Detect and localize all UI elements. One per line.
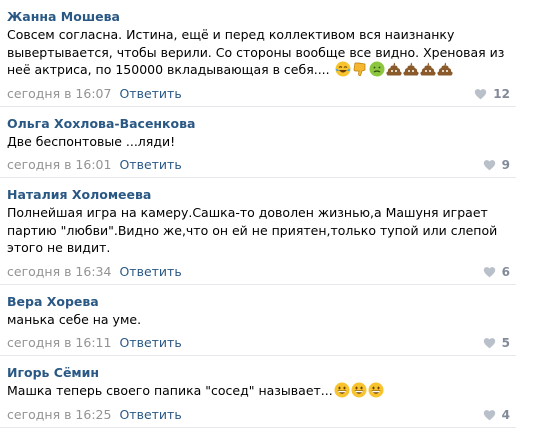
- reply-link[interactable]: Ответить: [119, 335, 181, 350]
- laughing-tears-emoji: [335, 61, 351, 77]
- poop-emoji: [419, 61, 436, 77]
- comment-author[interactable]: Жанна Мошева: [7, 0, 516, 24]
- heart-icon: [483, 338, 495, 349]
- like-count: 6: [501, 264, 510, 279]
- grinning-face-emoji: [334, 382, 350, 398]
- comments-feed: Жанна Мошева Совсем согласна. Истина, ещ…: [0, 0, 540, 443]
- comment-timestamp[interactable]: сегодня в 16:25: [7, 407, 111, 422]
- reply-link[interactable]: Ответить: [119, 264, 181, 279]
- like-count: 4: [501, 407, 510, 422]
- heart-icon: [475, 88, 487, 99]
- like-button[interactable]: 4: [483, 407, 510, 423]
- heart-icon: [483, 409, 495, 420]
- reply-link[interactable]: Ответить: [119, 86, 181, 101]
- grinning-face-emoji: [351, 382, 367, 398]
- like-count: 9: [501, 158, 510, 172]
- comment-author[interactable]: Ольга Хохлова-Васенкова: [7, 107, 516, 131]
- comment-timestamp[interactable]: сегодня в 16:07: [7, 86, 111, 101]
- comment-text: Машка теперь своего папика "сосед" назыв…: [7, 382, 516, 400]
- reply-link[interactable]: Ответить: [119, 407, 181, 422]
- comment-author[interactable]: Вера Хорева: [7, 285, 516, 309]
- comment-text: манька себе на уме.: [7, 311, 142, 327]
- like-count: 5: [501, 336, 510, 350]
- poop-emoji: [385, 61, 402, 77]
- poop-emoji: [402, 61, 419, 77]
- comment-author[interactable]: Игорь Сёмин: [7, 356, 516, 380]
- comment-item: Жанна Мошева Совсем согласна. Истина, ещ…: [0, 0, 516, 107]
- comment-item: Ольга Хохлова-Васенкова Две беспонтовые …: [0, 107, 516, 178]
- nauseated-face-emoji: [369, 61, 385, 77]
- like-count: 12: [493, 86, 510, 101]
- comment-item: Игорь Сёмин Машка теперь своего папика "…: [0, 356, 516, 428]
- comment-meta: сегодня в 16:25 Ответить 4: [7, 407, 516, 427]
- heart-icon: [483, 160, 495, 171]
- poop-emoji: [436, 61, 453, 77]
- like-button[interactable]: 6: [483, 264, 510, 280]
- heart-icon: [483, 266, 495, 277]
- like-button[interactable]: 12: [474, 86, 510, 102]
- comment-timestamp[interactable]: сегодня в 16:34: [7, 264, 111, 279]
- comment-meta: сегодня в 16:07 Ответить 12: [7, 86, 516, 106]
- comment-text: Полнейшая игра на камеру.Сашка-то доволе…: [7, 205, 498, 255]
- like-button[interactable]: 9: [483, 157, 510, 173]
- comment-meta: сегодня в 16:34 Ответить 6: [7, 264, 516, 284]
- comment-timestamp[interactable]: сегодня в 16:01: [7, 157, 111, 172]
- comment-text: Две беспонтовые ...ляди!: [7, 133, 176, 149]
- comment-meta: сегодня в 16:11 Ответить 5: [7, 335, 516, 355]
- comment-timestamp[interactable]: сегодня в 16:11: [7, 335, 111, 350]
- like-button[interactable]: 5: [483, 335, 510, 351]
- grinning-face-emoji: [368, 382, 384, 398]
- reply-link[interactable]: Ответить: [119, 157, 181, 172]
- comment-item: Наталия Холомеева Полнейшая игра на каме…: [0, 178, 516, 285]
- thumbs-down-emoji: [352, 61, 368, 77]
- comment-item: Вера Хорева манька себе на уме. сегодня …: [0, 285, 516, 356]
- comment-text: Совсем согласна. Истина, ещё и перед кол…: [7, 27, 505, 77]
- comment-meta: сегодня в 16:01 Ответить 9: [7, 157, 516, 177]
- comment-author[interactable]: Наталия Холомеева: [7, 178, 516, 202]
